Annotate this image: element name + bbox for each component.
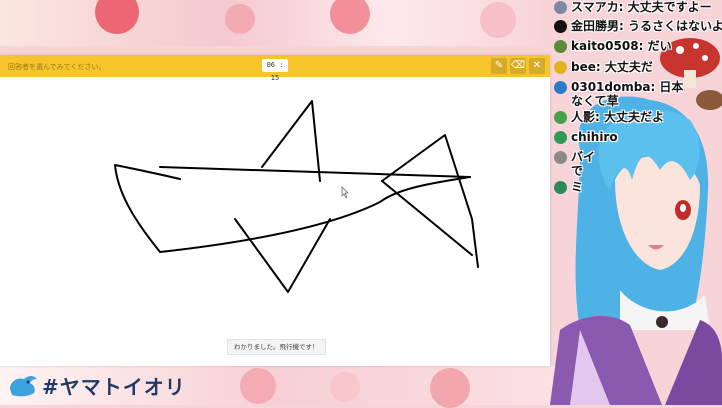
user-avatar [554, 131, 567, 144]
user-avatar [554, 1, 567, 14]
timer: 06 : 15 [262, 59, 288, 82]
chat-username: bee [571, 60, 596, 74]
chat-overlay: スマアカ: 大丈夫ですよー 金田勝男: うるさくはないよ kaito0508: … [552, 0, 722, 405]
chat-text: うるさくはないよ [628, 19, 722, 33]
user-avatar [554, 81, 567, 94]
chat-text-continued: で [571, 164, 584, 178]
drawing-stroke [114, 164, 181, 253]
chat-message: kaito0508: だい [554, 39, 672, 53]
eraser-icon: ⌫ [510, 60, 526, 71]
chat-message: 人影: 大丈夫だよ [554, 110, 664, 124]
user-avatar [554, 40, 567, 53]
user-avatar [554, 111, 567, 124]
drawing-stroke [381, 180, 473, 256]
background-top [0, 0, 560, 46]
cursor-icon [341, 186, 349, 199]
chat-text-continued: なくて草 [571, 94, 619, 108]
flower-decoration [225, 4, 255, 34]
drawing-window: 回答者を選んでみてください。 06 : 15 ✎ ⌫ ✕ わかりました。飛行機で… [0, 55, 550, 366]
user-avatar [554, 20, 567, 33]
toolbar: 回答者を選んでみてください。 06 : 15 ✎ ⌫ ✕ [0, 55, 550, 82]
chat-username: ミ [571, 180, 584, 194]
user-avatar [554, 151, 567, 164]
user-avatar [554, 181, 567, 194]
chat-message: bee: 大丈夫だ [554, 60, 653, 74]
chat-username: 金田勝男 [571, 19, 620, 33]
pen-tool-button[interactable]: ✎ [491, 58, 507, 74]
chat-message: 金田勝男: うるさくはないよ [554, 19, 722, 33]
chat-message: バイで [554, 150, 595, 178]
chat-username: 人影 [571, 110, 596, 124]
chat-text: 日本 [659, 80, 684, 94]
eraser-tool-button[interactable]: ⌫ [510, 58, 526, 74]
flower-decoration [330, 372, 360, 402]
answer-bubble: わかりました。飛行機です！ [227, 339, 326, 355]
drawing-stroke [159, 166, 471, 178]
flower-decoration [430, 368, 470, 408]
chat-text: 大丈夫ですよー [627, 0, 712, 14]
prompt-text: 回答者を選んでみてください。 [8, 63, 106, 71]
chat-text: 大丈夫だ [604, 60, 653, 74]
chat-text: 大丈夫だよ [604, 110, 665, 124]
bird-logo-icon [10, 376, 37, 397]
logo-text: #ヤマトイオリ [42, 374, 186, 399]
chat-message: ミ [554, 180, 583, 194]
chat-text: だい [647, 39, 672, 53]
chat-username: chihiro [571, 130, 618, 144]
chat-message: 0301domba: 日本 なくて草 [554, 80, 683, 108]
chat-username: 0301domba [571, 80, 651, 94]
drawing-stroke [234, 218, 331, 293]
chat-message: スマアカ: 大丈夫ですよー [554, 0, 712, 14]
pen-icon: ✎ [494, 60, 504, 71]
chat-username: スマアカ [571, 0, 619, 14]
chat-username: kaito0508 [571, 39, 639, 53]
flower-decoration [240, 368, 276, 404]
flower-decoration [480, 2, 516, 38]
chat-username: バイ [571, 150, 596, 164]
drawing-canvas[interactable] [0, 77, 550, 366]
channel-logo: #ヤマトイオリ [6, 369, 186, 401]
user-avatar [554, 61, 567, 74]
chat-message: chihiro [554, 130, 618, 144]
drawing-stroke [261, 100, 321, 182]
